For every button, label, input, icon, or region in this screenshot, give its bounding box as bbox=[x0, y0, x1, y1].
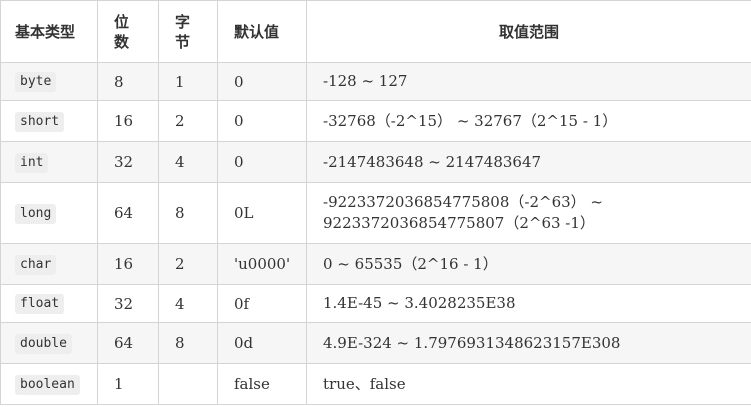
range-text: -128 ~ 127 bbox=[323, 72, 408, 90]
default-cell: 0L bbox=[217, 182, 307, 244]
bytes-cell: 2 bbox=[158, 100, 218, 142]
bytes-cell: 8 bbox=[158, 182, 218, 244]
range-cell: 0 ~ 65535（2^16 - 1） bbox=[306, 243, 751, 285]
header-range: 取值范围 bbox=[306, 0, 751, 63]
header-type: 基本类型 bbox=[0, 0, 98, 63]
header-row: 基本类型 位数 字节 默认值 取值范围 bbox=[0, 0, 751, 63]
type-name: int bbox=[15, 152, 49, 173]
bytes-cell bbox=[158, 363, 218, 405]
default-cell: false bbox=[217, 363, 307, 405]
type-cell: boolean bbox=[0, 363, 98, 405]
default-cell: 0f bbox=[217, 284, 307, 323]
table-row: long 64 8 0L -9223372036854775808（-2^63）… bbox=[0, 182, 751, 244]
bits-cell: 64 bbox=[97, 322, 159, 364]
bytes-cell: 4 bbox=[158, 284, 218, 323]
header-bytes: 字节 bbox=[158, 0, 218, 63]
table-row: boolean 1 false true、false bbox=[0, 363, 751, 405]
bits-cell: 32 bbox=[97, 141, 159, 183]
type-name: byte bbox=[15, 72, 57, 92]
range-text: 0 ~ 65535（2^16 - 1） bbox=[323, 254, 498, 273]
bytes-cell: 2 bbox=[158, 243, 218, 285]
bits-cell: 8 bbox=[97, 62, 159, 101]
bytes-cell: 8 bbox=[158, 322, 218, 364]
bits-cell: 32 bbox=[97, 284, 159, 323]
range-cell: true、false bbox=[306, 363, 751, 405]
table-row: double 64 8 0d 4.9E-324 ~ 1.797693134862… bbox=[0, 322, 751, 364]
range-cell: 1.4E-45 ~ 3.4028235E38 bbox=[306, 284, 751, 323]
range-cell: 4.9E-324 ~ 1.7976931348623157E308 bbox=[306, 322, 751, 364]
range-text: 1.4E-45 ~ 3.4028235E38 bbox=[323, 294, 516, 312]
range-text: -2147483648 ~ 2147483647 bbox=[323, 152, 542, 171]
type-name: long bbox=[15, 203, 57, 224]
java-primitive-types-table: 基本类型 位数 字节 默认值 取值范围 byte 8 1 0 -128 ~ 12… bbox=[0, 0, 751, 405]
bytes-cell: 4 bbox=[158, 141, 218, 183]
bits-cell: 64 bbox=[97, 182, 159, 244]
type-name: boolean bbox=[15, 374, 80, 395]
range-cell: -9223372036854775808（-2^63） ~ 9223372036… bbox=[306, 182, 751, 244]
header-bits: 位数 bbox=[97, 0, 159, 63]
default-cell: 0d bbox=[217, 322, 307, 364]
table-row: int 32 4 0 -2147483648 ~ 2147483647 bbox=[0, 141, 751, 183]
default-cell: 0 bbox=[217, 100, 307, 142]
default-cell: 0 bbox=[217, 62, 307, 101]
type-cell: byte bbox=[0, 62, 98, 101]
header-bits-label: 位数 bbox=[114, 12, 130, 51]
bits-cell: 16 bbox=[97, 100, 159, 142]
table-row: short 16 2 0 -32768（-2^15） ~ 32767（2^15 … bbox=[0, 100, 751, 142]
type-cell: double bbox=[0, 322, 98, 364]
table-row: char 16 2 'u0000' 0 ~ 65535（2^16 - 1） bbox=[0, 243, 751, 285]
bytes-cell: 1 bbox=[158, 62, 218, 101]
range-text: true、false bbox=[323, 374, 406, 393]
type-cell: short bbox=[0, 100, 98, 142]
type-cell: long bbox=[0, 182, 98, 244]
type-name: float bbox=[15, 294, 65, 314]
table-row: float 32 4 0f 1.4E-45 ~ 3.4028235E38 bbox=[0, 284, 751, 323]
type-cell: int bbox=[0, 141, 98, 183]
range-cell: -32768（-2^15） ~ 32767（2^15 - 1） bbox=[306, 100, 751, 142]
default-cell: 0 bbox=[217, 141, 307, 183]
default-cell: 'u0000' bbox=[217, 243, 307, 285]
range-cell: -2147483648 ~ 2147483647 bbox=[306, 141, 751, 183]
header-default: 默认值 bbox=[217, 0, 307, 63]
type-name: double bbox=[15, 333, 72, 354]
type-name: short bbox=[15, 111, 65, 132]
type-cell: float bbox=[0, 284, 98, 323]
bits-cell: 1 bbox=[97, 363, 159, 405]
range-cell: -128 ~ 127 bbox=[306, 62, 751, 101]
table-row: byte 8 1 0 -128 ~ 127 bbox=[0, 62, 751, 101]
range-text: -9223372036854775808（-2^63） ~ 9223372036… bbox=[323, 193, 603, 232]
type-name: char bbox=[15, 254, 57, 275]
bits-cell: 16 bbox=[97, 243, 159, 285]
type-cell: char bbox=[0, 243, 98, 285]
header-bytes-label: 字节 bbox=[175, 12, 191, 51]
range-text: 4.9E-324 ~ 1.7976931348623157E308 bbox=[323, 333, 621, 352]
range-text: -32768（-2^15） ~ 32767（2^15 - 1） bbox=[323, 111, 618, 130]
